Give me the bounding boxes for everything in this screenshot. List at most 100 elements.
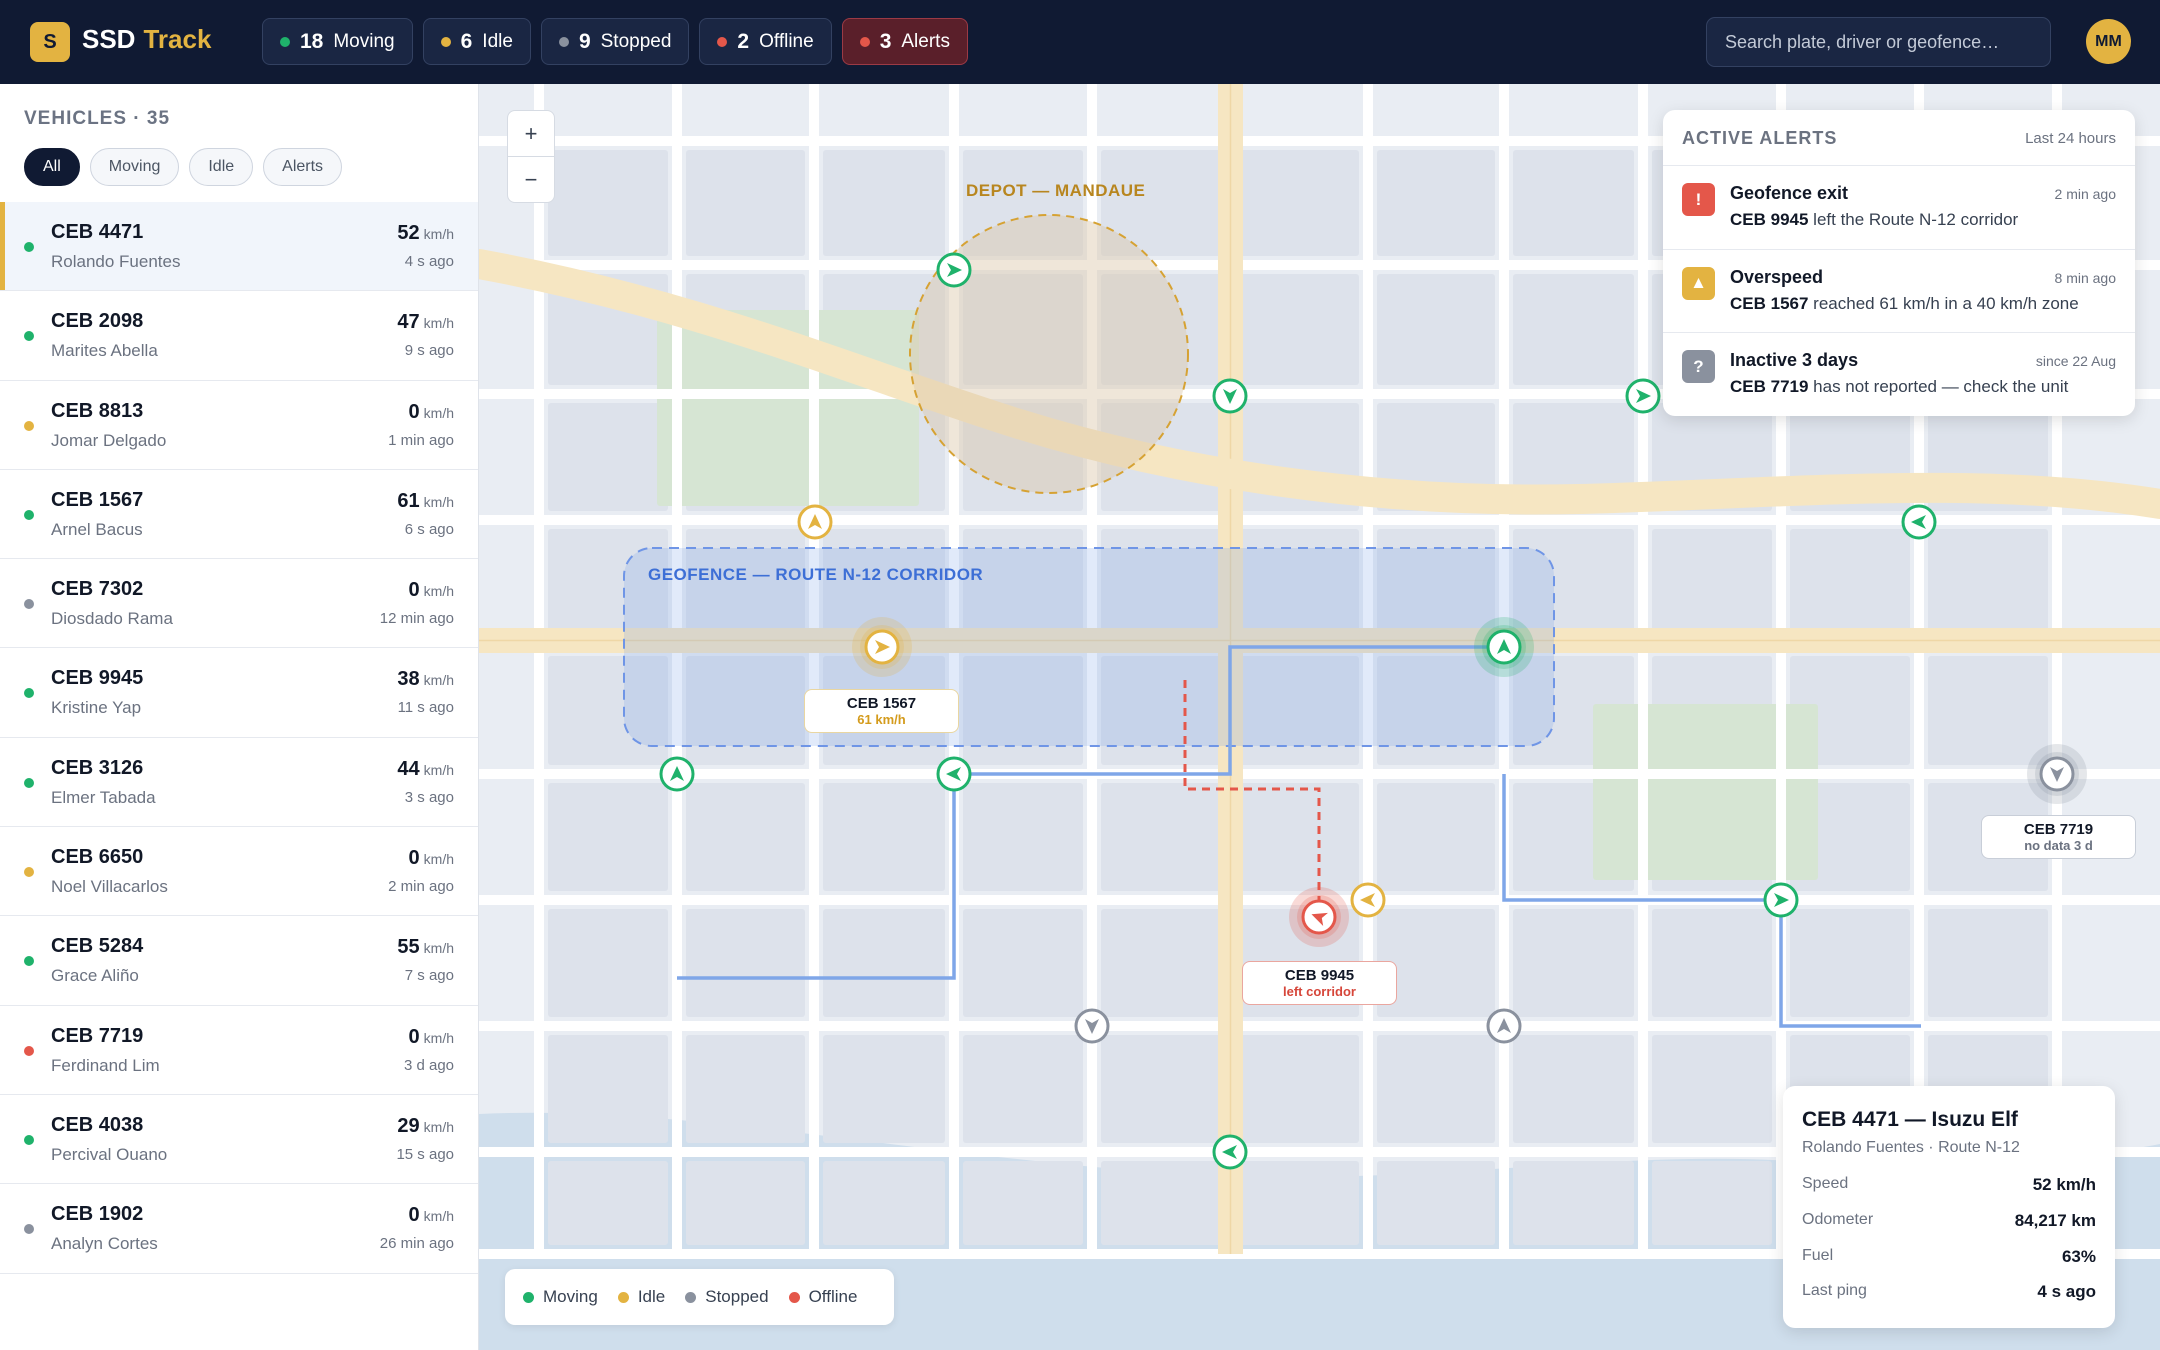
vehicle-row[interactable]: CEB 4471 Rolando Fuentes 52 km/h 4 s ago bbox=[0, 202, 478, 292]
vehicle-last-seen: 26 min ago bbox=[379, 1235, 454, 1253]
status-dot-icon bbox=[24, 331, 34, 342]
alerts-range[interactable]: Last 24 hours bbox=[2025, 130, 2116, 147]
vehicle-driver: Analyn Cortes bbox=[51, 1234, 158, 1254]
vehicle-plate: CEB 6650 bbox=[51, 846, 144, 869]
speed-value: 61 bbox=[397, 489, 420, 512]
alert-item[interactable]: ▲ Overspeed CEB 1567 reached 61 km/h in a … bbox=[1663, 250, 2135, 333]
vehicle-driver: Ferdinand Lim bbox=[51, 1055, 160, 1075]
speed-unit: km/h bbox=[423, 493, 454, 510]
vehicle-detail-card[interactable]: CEB 4471 — Isuzu Elf Rolando Fuentes · R… bbox=[1783, 1086, 2115, 1328]
speed-unit: km/h bbox=[423, 404, 454, 421]
vehicle-label-ceb-1567[interactable]: CEB 1567 61 km/h bbox=[804, 689, 959, 733]
map-view[interactable]: + − DEPOT — MANDAUE GEOFENCE — ROUTE N-1… bbox=[479, 84, 2160, 1350]
legend-dot-icon bbox=[788, 1291, 800, 1303]
status-chip-idle[interactable]: 6 Idle bbox=[422, 18, 531, 65]
city-block bbox=[548, 909, 668, 1017]
vehicle-row[interactable]: CEB 2098 Marites Abella 47 km/h 9 s ago bbox=[0, 291, 478, 381]
vehicle-row[interactable]: CEB 3126 Elmer Tabada 44 km/h 3 s ago bbox=[0, 738, 478, 828]
fleet-tracker-app: S SSD Track 18 Moving 6 Idle 9 Stopped 2 Offl… bbox=[0, 0, 2160, 1350]
detail-last-ping: Last ping 4 s ago bbox=[1802, 1282, 2096, 1304]
status-chip-alerts[interactable]: 3 Alerts bbox=[841, 18, 968, 65]
vehicle-plate: CEB 5284 bbox=[51, 935, 144, 958]
vehicle-last-seen: 2 min ago bbox=[388, 878, 454, 896]
filter-pills: All Moving Idle Alerts bbox=[24, 148, 343, 186]
city-block bbox=[686, 1161, 805, 1245]
city-block bbox=[1101, 783, 1221, 891]
detail-label: Fuel bbox=[1802, 1247, 1834, 1264]
city-block bbox=[1101, 1161, 1221, 1245]
city-block bbox=[686, 783, 805, 891]
vehicle-row[interactable]: CEB 1567 Arnel Bacus 61 km/h 6 s ago bbox=[0, 470, 478, 560]
alert-title: Geofence exit bbox=[1730, 183, 1849, 203]
status-chip-stopped[interactable]: 9 Stopped bbox=[540, 18, 690, 65]
vehicle-last-seen: 3 s ago bbox=[404, 788, 454, 806]
vehicle-row[interactable]: CEB 7719 Ferdinand Lim 0 km/h 3 d ago bbox=[0, 1006, 478, 1095]
city-block bbox=[1513, 150, 1634, 256]
status-dot-icon bbox=[24, 777, 34, 788]
brand-text: SSD bbox=[82, 24, 136, 54]
alert-text: left the Route N-12 corridor bbox=[1813, 210, 2019, 229]
vehicle-marker-idle bbox=[1350, 882, 1386, 918]
depot-label: DEPOT — MANDAUE bbox=[966, 181, 1146, 200]
vehicle-row[interactable]: CEB 7302 Diosdado Rama 0 km/h 12 min ago bbox=[0, 559, 478, 649]
status-dot-icon bbox=[24, 509, 34, 520]
filter-idle[interactable]: Idle bbox=[189, 148, 254, 186]
chip-count: 9 bbox=[578, 29, 591, 53]
status-chip-moving[interactable]: 18 Moving bbox=[262, 18, 413, 65]
city-block bbox=[1101, 909, 1221, 1017]
vehicle-row[interactable]: CEB 1902 Analyn Cortes 0 km/h 26 min ago bbox=[0, 1184, 478, 1274]
vehicle-row[interactable]: CEB 9945 Kristine Yap 38 km/h 11 s ago bbox=[0, 648, 478, 738]
vehicle-label-ceb-9945[interactable]: CEB 9945 left corridor bbox=[1242, 961, 1397, 1005]
brand-accent-text: Track bbox=[143, 24, 212, 54]
filter-all[interactable]: All bbox=[24, 148, 80, 186]
sidebar-title: VEHICLES · 35 bbox=[24, 108, 171, 129]
city-block bbox=[1513, 274, 1634, 385]
vehicle-driver: Diosdado Rama bbox=[51, 609, 173, 629]
alert-description: CEB 9945 left the Route N-12 corridor bbox=[1730, 210, 2018, 230]
city-block bbox=[548, 1035, 668, 1143]
filter-alerts[interactable]: Alerts bbox=[263, 148, 343, 186]
zoom-out-button[interactable]: − bbox=[507, 156, 555, 203]
vehicle-marker-moving bbox=[1474, 617, 1534, 677]
search-input[interactable] bbox=[1706, 17, 2051, 67]
city-block bbox=[1377, 1035, 1495, 1143]
alert-plate: CEB 1567 bbox=[1730, 293, 1809, 313]
alert-item[interactable]: ? Inactive 3 days CEB 7719 has not reporte… bbox=[1663, 333, 2135, 416]
city-block bbox=[823, 783, 945, 891]
vehicle-row[interactable]: CEB 8813 Jomar Delgado 0 km/h 1 min ago bbox=[0, 381, 478, 470]
detail-subtitle: Rolando Fuentes · Route N-12 bbox=[1802, 1139, 2020, 1156]
zoom-in-button[interactable]: + bbox=[507, 110, 555, 157]
alerts-title: ACTIVE ALERTS bbox=[1682, 128, 1838, 148]
speed-unit: km/h bbox=[423, 1208, 454, 1225]
warning-icon: ▲ bbox=[1682, 266, 1715, 300]
filter-moving[interactable]: Moving bbox=[89, 148, 180, 186]
city-block bbox=[1652, 1035, 1772, 1143]
vehicle-marker-moving bbox=[1901, 504, 1937, 540]
vehicle-marker-moving bbox=[1212, 1134, 1248, 1170]
status-chip-offline[interactable]: 2 Offline bbox=[699, 18, 832, 65]
vehicle-label-ceb-7719[interactable]: CEB 7719 no data 3 d bbox=[1981, 815, 2136, 859]
speed-unit: km/h bbox=[423, 1029, 454, 1046]
vehicle-row[interactable]: CEB 4038 Percival Ouano 29 km/h 15 s ago bbox=[0, 1095, 478, 1185]
avatar[interactable]: MM bbox=[2086, 19, 2131, 64]
geofence-label: GEOFENCE — ROUTE N-12 CORRIDOR bbox=[648, 565, 984, 584]
detail-value: 52 km/h bbox=[2032, 1175, 2096, 1194]
vehicle-plate: CEB 4038 bbox=[51, 1113, 144, 1136]
detail-odometer: Odometer 84,217 km bbox=[1802, 1211, 2096, 1233]
logo-icon: S bbox=[30, 22, 70, 62]
label-sub: left corridor bbox=[1283, 984, 1356, 999]
vehicle-row[interactable]: CEB 6650 Noel Villacarlos 0 km/h 2 min ago bbox=[0, 827, 478, 917]
alert-item[interactable]: ! Geofence exit CEB 9945 left the Route N-… bbox=[1663, 166, 2135, 250]
label-sub: 61 km/h bbox=[857, 712, 906, 727]
city-block bbox=[1377, 150, 1495, 256]
speed-value: 0 bbox=[408, 847, 420, 870]
vehicle-row[interactable]: CEB 5284 Grace Aliño 55 km/h 7 s ago bbox=[0, 916, 478, 1006]
status-dot-icon bbox=[24, 1224, 34, 1235]
speed-unit: km/h bbox=[423, 851, 454, 868]
vehicle-plate: CEB 8813 bbox=[51, 399, 144, 422]
detail-label: Speed bbox=[1802, 1175, 1849, 1192]
detail-label: Odometer bbox=[1802, 1211, 1874, 1228]
status-dot-icon bbox=[717, 36, 728, 47]
vehicle-marker-moving bbox=[936, 756, 972, 792]
alert-plate: CEB 7719 bbox=[1730, 377, 1809, 396]
